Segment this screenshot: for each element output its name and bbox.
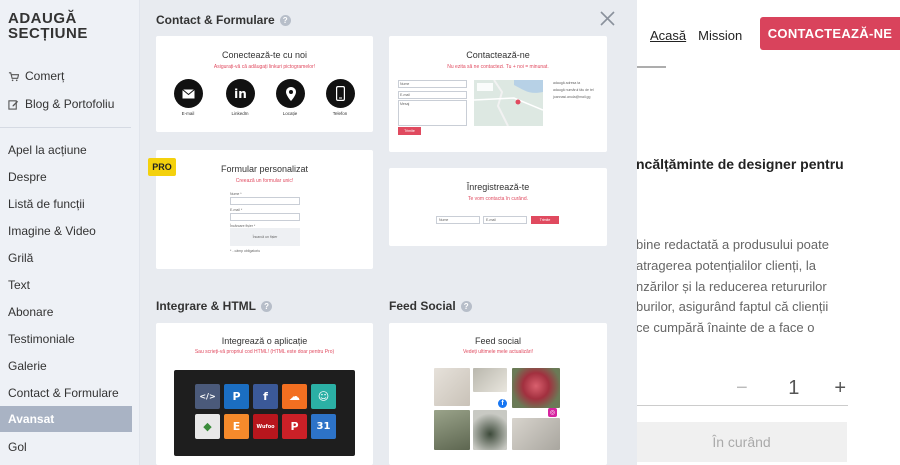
mailchimp-icon: ☺: [311, 384, 336, 409]
calendar-icon: 31: [311, 414, 336, 439]
item-label: E-mail: [181, 111, 195, 116]
template-card-integrate-app[interactable]: Integrează o aplicație Sau scrieți-vă pr…: [156, 323, 373, 465]
upload-area: Încarcă un fișier: [230, 228, 300, 246]
card-title: Formular personalizat: [220, 164, 309, 174]
app-grid: </> P f ☁ ☺ ◆ E Wufoo P 31: [174, 370, 355, 456]
card-title: Conectează-te cu noi: [221, 50, 308, 60]
sidebar-item-grid[interactable]: Grilă: [8, 251, 33, 265]
soundcloud-icon: ☁: [282, 384, 307, 409]
sidebar-item-features[interactable]: Listă de funcții: [8, 197, 85, 211]
description-line: nzărilor și la reducerea retururilor: [636, 279, 827, 294]
sidebar-item-advanced[interactable]: Avansat: [0, 406, 132, 432]
card-subtitle: Te vom contacta în curând.: [467, 196, 529, 202]
feed-photo: [473, 368, 507, 392]
template-card-social-feed[interactable]: Feed social Vedeți ultimele mele actuali…: [389, 323, 607, 465]
plus-button[interactable]: +: [834, 377, 846, 400]
section-title-integration: Integrare & HTML?: [156, 299, 273, 313]
card-title: Integrează o aplicație: [221, 336, 308, 346]
map-image: [474, 80, 543, 126]
heading-fragment: [636, 66, 666, 82]
sidebar-item-image-video[interactable]: Imagine & Video: [8, 224, 96, 238]
template-card-custom-form[interactable]: Formular personalizat Creează un formula…: [156, 150, 373, 269]
card-subtitle: Sau scrieți-vă propriul cod HTML! (HTML …: [194, 349, 335, 355]
card-subtitle: Nu ezita să ne contactezi. Tu + noi = mi…: [447, 64, 549, 70]
submit-button: Trimite: [531, 216, 559, 224]
quantity-stepper[interactable]: − 1 +: [636, 372, 848, 406]
description-line: ce cumpără înainte de a face o: [636, 320, 815, 335]
cart-icon: [8, 71, 19, 81]
sidebar-item-cta[interactable]: Apel la acțiune: [8, 143, 87, 157]
phone-icon: [326, 79, 355, 108]
sidebar-title: ADAUGĂ SECȚIUNE: [8, 10, 88, 42]
feed-photo: [512, 418, 560, 450]
facebook-icon: f: [253, 384, 278, 409]
sidebar-item-subscribe[interactable]: Abonare: [8, 305, 53, 319]
card-subtitle: Creează un formular unic!: [235, 178, 294, 184]
code-icon: </>: [195, 384, 220, 409]
coming-soon-button: În curând: [636, 422, 847, 462]
edit-icon: [8, 99, 19, 110]
name-field: [230, 197, 300, 205]
card-title: Feed social: [474, 336, 522, 346]
feed-photo: [473, 410, 507, 450]
email-icon: [174, 79, 203, 108]
minus-button[interactable]: −: [736, 377, 748, 400]
card-title: Contactează-ne: [466, 50, 530, 60]
card-title: Înregistrează-te: [466, 182, 530, 192]
sidebar-item-contact-forms[interactable]: Contact & Formulare: [8, 386, 119, 400]
template-card-register[interactable]: Înregistrează-te Te vom contacta în curâ…: [389, 168, 607, 246]
add-section-sidebar: ADAUGĂ SECȚIUNE Comerț Blog & Portofoliu…: [0, 0, 140, 465]
submit-button: Trimite: [398, 127, 421, 135]
description-line: burilor, asigurând faptul că clienții: [636, 299, 829, 314]
nav-mission-link[interactable]: Mission: [698, 28, 742, 43]
card-subtitle: Asigurați-vă că adăugați linkuri pictogr…: [213, 64, 316, 70]
section-title-contact: Contact & Formulare?: [156, 13, 291, 27]
feed-photo: [434, 368, 470, 406]
template-card-connect[interactable]: Conectează-te cu noi Asigurați-vă că adă…: [156, 36, 373, 132]
description-line: atragerea potențialilor clienți, la: [636, 258, 816, 273]
contact-cta-button[interactable]: CONTACTEAZĂ-NE: [760, 17, 900, 50]
google-maps-icon: ◆: [195, 414, 220, 439]
facebook-icon: f: [498, 399, 507, 408]
sidebar-item-empty[interactable]: Gol: [8, 440, 27, 454]
item-label: LinkedIn: [231, 111, 249, 116]
sidebar-divider: [0, 127, 131, 128]
feed-photo: [434, 410, 470, 450]
sidebar-item-about[interactable]: Despre: [8, 170, 47, 184]
section-title-social-feed: Feed Social?: [389, 299, 472, 313]
paypal-icon: P: [224, 384, 249, 409]
location-icon: [276, 79, 305, 108]
email-field: [230, 213, 300, 221]
item-label: Locație: [282, 111, 298, 116]
pro-badge: PRO: [148, 158, 176, 176]
help-icon[interactable]: ?: [261, 300, 273, 312]
instagram-icon: ◎: [548, 408, 557, 417]
nav-home-link[interactable]: Acasă: [650, 28, 686, 43]
help-icon[interactable]: ?: [279, 14, 291, 26]
linkedin-icon: in: [226, 79, 255, 108]
quantity-value: 1: [788, 377, 800, 399]
sidebar-item-testimonials[interactable]: Testimoniale: [8, 332, 75, 346]
card-subtitle: Vedeți ultimele mele actualizări!: [462, 349, 534, 355]
template-card-contact[interactable]: Contactează-ne Nu ezita să ne contactezi…: [389, 36, 607, 152]
sidebar-item-blog[interactable]: Blog & Portofoliu: [8, 97, 114, 111]
pinterest-icon: P: [282, 414, 307, 439]
yelp-icon: Wufoo: [253, 414, 278, 439]
sidebar-item-gallery[interactable]: Galerie: [8, 359, 47, 373]
sidebar-item-commerce[interactable]: Comerț: [8, 69, 64, 83]
close-icon[interactable]: [599, 10, 616, 27]
description-line: bine redactată a produsului poate: [636, 237, 829, 252]
feed-photo: [512, 368, 560, 408]
etsy-icon: E: [224, 414, 249, 439]
sidebar-item-text[interactable]: Text: [8, 278, 30, 292]
product-heading: ncălțăminte de designer pentru: [636, 156, 844, 172]
help-icon[interactable]: ?: [460, 300, 472, 312]
item-label: Telefon: [332, 111, 348, 116]
